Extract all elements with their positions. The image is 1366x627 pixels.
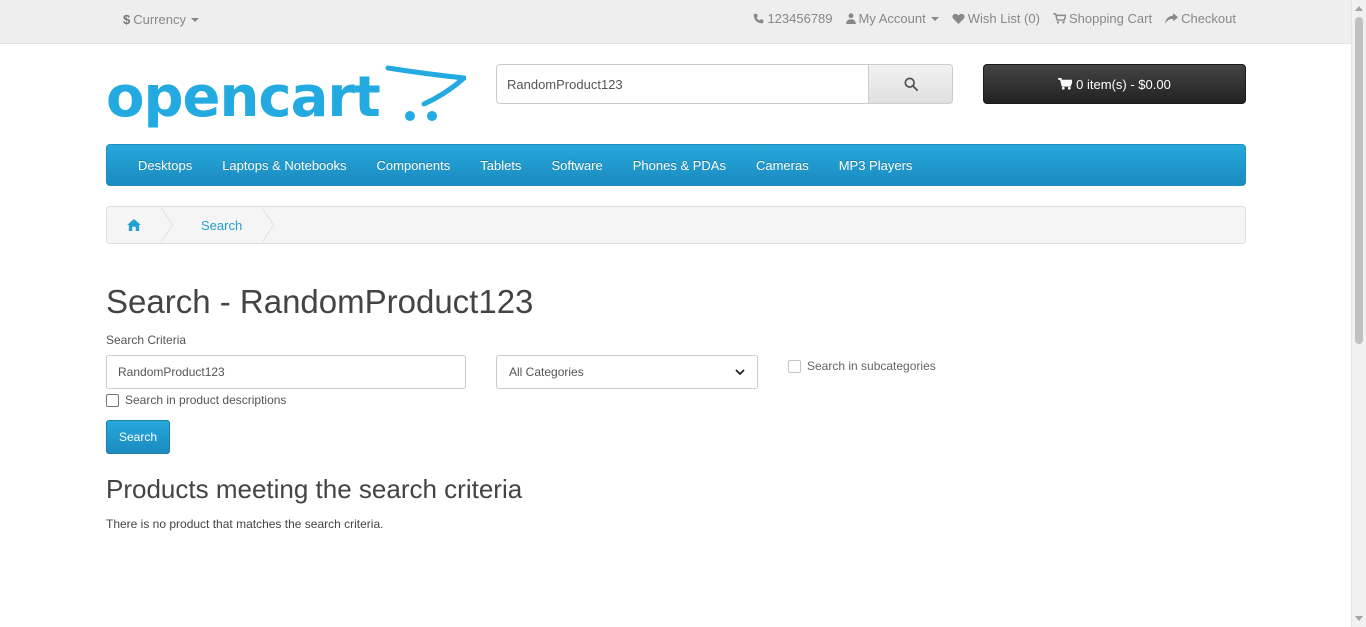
currency-symbol: $ xyxy=(123,12,131,27)
search-submit-button[interactable]: Search xyxy=(106,420,170,454)
currency-label: Currency xyxy=(133,12,186,27)
opencart-logo[interactable]: opencart xyxy=(106,64,470,134)
checkout-label: Checkout xyxy=(1181,11,1236,26)
phone-icon xyxy=(754,13,764,24)
page-title: Search - RandomProduct123 xyxy=(106,283,534,320)
heart-icon xyxy=(952,13,965,24)
subcategories-option: Search in subcategories xyxy=(788,359,936,373)
home-icon xyxy=(127,219,141,231)
top-links: 123456789 My Account Wish List (0) Shopp… xyxy=(753,11,1236,26)
page-scrollbar[interactable] xyxy=(1351,0,1366,627)
share-icon xyxy=(1165,13,1179,24)
menu-item-components[interactable]: Components xyxy=(362,158,466,173)
chevron-down-icon xyxy=(735,368,745,375)
header-search xyxy=(496,64,953,104)
descriptions-label: Search in product descriptions xyxy=(125,393,287,407)
scroll-up-arrow-icon[interactable] xyxy=(1355,6,1363,11)
results-heading: Products meeting the search criteria xyxy=(106,474,523,504)
menu-item-software[interactable]: Software xyxy=(536,158,617,173)
menu-item-cameras[interactable]: Cameras xyxy=(741,158,824,173)
breadcrumb: Search xyxy=(106,206,1246,244)
wish-list-label: Wish List (0) xyxy=(967,11,1040,26)
category-menu: Desktops Laptops & Notebooks Components … xyxy=(106,144,1246,186)
currency-dropdown[interactable]: $ Currency xyxy=(123,12,199,27)
wish-list-link[interactable]: Wish List (0) xyxy=(952,11,1040,26)
cart-button[interactable]: 0 item(s) - $0.00 xyxy=(983,64,1246,104)
scroll-down-arrow-icon[interactable] xyxy=(1355,616,1363,621)
menu-item-tablets[interactable]: Tablets xyxy=(465,158,536,173)
caret-down-icon xyxy=(190,17,199,22)
caret-down-icon xyxy=(930,16,939,21)
menu-item-laptops[interactable]: Laptops & Notebooks xyxy=(207,158,361,173)
my-account-label: My Account xyxy=(858,11,926,26)
cart-icon xyxy=(1058,78,1073,90)
search-criteria-input[interactable] xyxy=(106,355,466,389)
search-icon xyxy=(903,77,918,91)
cart-label: 0 item(s) - $0.00 xyxy=(1076,76,1171,92)
shopping-cart-label: Shopping Cart xyxy=(1068,11,1153,26)
descriptions-option: Search in product descriptions xyxy=(106,393,286,407)
search-button[interactable] xyxy=(869,64,953,104)
search-criteria-label: Search Criteria xyxy=(106,333,187,347)
subcategories-label: Search in subcategories xyxy=(807,359,936,373)
breadcrumb-home[interactable] xyxy=(107,207,161,243)
descriptions-checkbox[interactable] xyxy=(106,393,119,407)
scrollbar-thumb[interactable] xyxy=(1355,17,1363,344)
breadcrumb-search[interactable]: Search xyxy=(181,207,262,243)
phone-link[interactable]: 123456789 xyxy=(753,11,833,26)
search-input[interactable] xyxy=(496,64,869,104)
shopping-cart-link[interactable]: Shopping Cart xyxy=(1053,11,1152,26)
menu-item-mp3-players[interactable]: MP3 Players xyxy=(824,158,928,173)
category-select[interactable]: All Categories xyxy=(496,355,758,389)
top-bar: $ Currency 123456789 My Account Wish Lis… xyxy=(0,0,1351,44)
logo-text: opencart xyxy=(106,65,380,130)
phone-number: 123456789 xyxy=(767,11,833,26)
subcategories-checkbox[interactable] xyxy=(788,359,801,373)
menu-item-desktops[interactable]: Desktops xyxy=(123,158,207,173)
user-icon xyxy=(845,13,856,24)
category-selected-value: All Categories xyxy=(509,365,584,379)
no-results-message: There is no product that matches the sea… xyxy=(106,517,384,531)
checkout-link[interactable]: Checkout xyxy=(1165,11,1236,26)
breadcrumb-separator xyxy=(160,207,181,243)
menu-item-phones[interactable]: Phones & PDAs xyxy=(618,158,741,173)
my-account-dropdown[interactable]: My Account xyxy=(845,11,939,26)
breadcrumb-separator xyxy=(261,207,282,243)
cart-icon xyxy=(1053,13,1066,24)
